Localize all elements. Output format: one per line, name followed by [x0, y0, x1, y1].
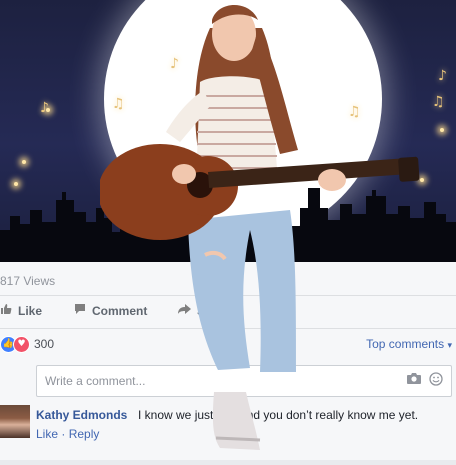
comment-author[interactable]: Kathy Edmonds [36, 408, 127, 422]
video-frame[interactable]: ♫ ♪ ♫ ♪ ♫ ♪ ♪ [0, 0, 456, 262]
emoji-icon[interactable] [429, 372, 443, 386]
comment-button[interactable]: Comment [74, 298, 147, 324]
music-note-icon: ♫ [112, 96, 125, 112]
divider [0, 295, 456, 296]
sparkle [440, 128, 444, 132]
music-note-icon: ♫ [432, 94, 445, 110]
speech-bubble-icon [74, 303, 86, 319]
caret-down-icon: ▾ [447, 341, 452, 351]
camera-icon[interactable] [407, 373, 421, 384]
music-note-icon: ♪ [438, 68, 447, 84]
reaction-count: 300 [34, 337, 55, 351]
separator-dot: · [58, 427, 69, 441]
share-arrow-icon [178, 303, 191, 319]
comment-text: I know we just met and you don’t really … [138, 408, 419, 422]
music-note-icon: ♪ [170, 56, 179, 72]
facebook-post-panel: 817 Views Like Comment Share 👍 ♥ 300 Top… [0, 262, 456, 460]
top-comments-label: Top comments [366, 337, 445, 351]
share-button-label: Share [197, 304, 231, 318]
sparkle [46, 108, 50, 112]
like-button-label: Like [18, 304, 43, 318]
share-button[interactable]: Share [178, 298, 230, 324]
comment-like-link[interactable]: Like [36, 427, 58, 441]
avatar[interactable] [0, 405, 30, 438]
comment-actions: Like · Reply [36, 427, 99, 441]
love-reaction-icon: ♥ [13, 336, 30, 353]
comment-composer [36, 365, 452, 397]
city-skyline [0, 188, 456, 262]
comment-button-label: Comment [92, 304, 148, 318]
action-bar: Like Comment Share [0, 298, 456, 324]
like-button[interactable]: Like [0, 298, 42, 324]
view-count: 817 Views [0, 274, 56, 288]
divider [0, 328, 456, 329]
reactions-summary[interactable]: 👍 ♥ 300 Top comments ▾ [0, 334, 456, 354]
thumbs-up-icon [0, 303, 12, 319]
comment-input[interactable] [43, 370, 387, 392]
comment-reply-link[interactable]: Reply [69, 427, 100, 441]
comment-item: Kathy Edmonds I know we just met and you… [0, 402, 456, 454]
top-comments-dropdown[interactable]: Top comments ▾ [366, 337, 452, 351]
music-note-icon: ♫ [348, 104, 361, 120]
